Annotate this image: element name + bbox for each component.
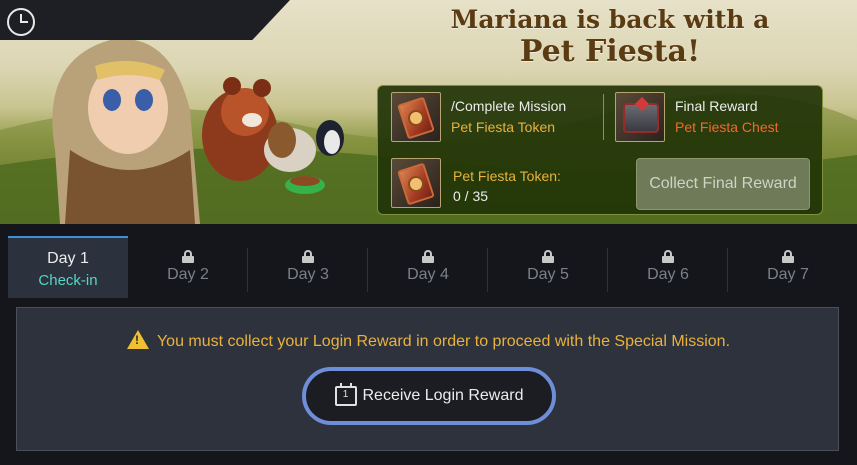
receive-login-reward-button[interactable]: 1 Receive Login Reward <box>302 367 556 425</box>
tab-day-1[interactable]: Day 1 Check-in <box>8 236 128 298</box>
lock-icon <box>182 250 194 263</box>
tab-day-2-label: Day 2 <box>167 266 209 283</box>
token-count-label: Pet Fiesta Token: <box>453 168 561 184</box>
tab-day-1-status: Check-in <box>38 272 98 289</box>
tab-day-7[interactable]: Day 7 <box>728 236 848 298</box>
tab-day-7-label: Day 7 <box>767 266 809 283</box>
notice-text: You must collect your Login Reward in or… <box>156 333 731 350</box>
tab-day-5[interactable]: Day 5 <box>488 236 608 298</box>
token-icon[interactable] <box>391 92 441 142</box>
mission-task-label: /Complete Mission <box>451 98 567 114</box>
warning-icon <box>126 330 149 349</box>
tab-day-1-label: Day 1 <box>47 250 89 267</box>
mission-task-reward: Pet Fiesta Token <box>451 119 556 135</box>
login-reward-notice: You must collect your Login Reward in or… <box>17 330 840 351</box>
tab-day-4[interactable]: Day 4 <box>368 236 488 298</box>
mission-divider <box>603 94 604 140</box>
calendar-icon: 1 <box>334 383 357 406</box>
tab-day-6[interactable]: Day 6 <box>608 236 728 298</box>
lock-icon <box>782 250 794 263</box>
token-count-icon[interactable] <box>391 158 441 208</box>
reward-content-panel: You must collect your Login Reward in or… <box>16 307 839 451</box>
receive-button-label: Receive Login Reward <box>362 387 524 404</box>
event-banner: Mariana is back with a Pet Fiesta! /Comp… <box>0 0 857 224</box>
tab-day-3-label: Day 3 <box>287 266 329 283</box>
tab-day-6-label: Day 6 <box>647 266 689 283</box>
day-tabs: Day 1 Check-in Day 2 Day 3 Day 4 Day 5 D… <box>8 236 848 298</box>
tab-day-3[interactable]: Day 3 <box>248 236 368 298</box>
event-title-line1: Mariana is back with a <box>450 5 770 34</box>
lock-icon <box>542 250 554 263</box>
event-title: Mariana is back with a Pet Fiesta! <box>440 5 780 69</box>
event-title-line2: Pet Fiesta! <box>519 33 701 69</box>
lock-icon <box>302 250 314 263</box>
chest-icon[interactable] <box>615 92 665 142</box>
final-reward-name: Pet Fiesta Chest <box>675 119 779 135</box>
tab-day-5-label: Day 5 <box>527 266 569 283</box>
lock-icon <box>662 250 674 263</box>
token-count-value: 0 / 35 <box>453 188 489 204</box>
tab-day-2[interactable]: Day 2 <box>128 236 248 298</box>
tab-day-4-label: Day 4 <box>407 266 449 283</box>
collect-final-reward-button[interactable]: Collect Final Reward <box>636 158 810 210</box>
clock-icon[interactable] <box>7 8 35 36</box>
lock-icon <box>422 250 434 263</box>
final-reward-label: Final Reward <box>675 98 758 114</box>
mission-panel: /Complete Mission Pet Fiesta Token Final… <box>377 85 823 215</box>
top-bar <box>0 0 290 40</box>
